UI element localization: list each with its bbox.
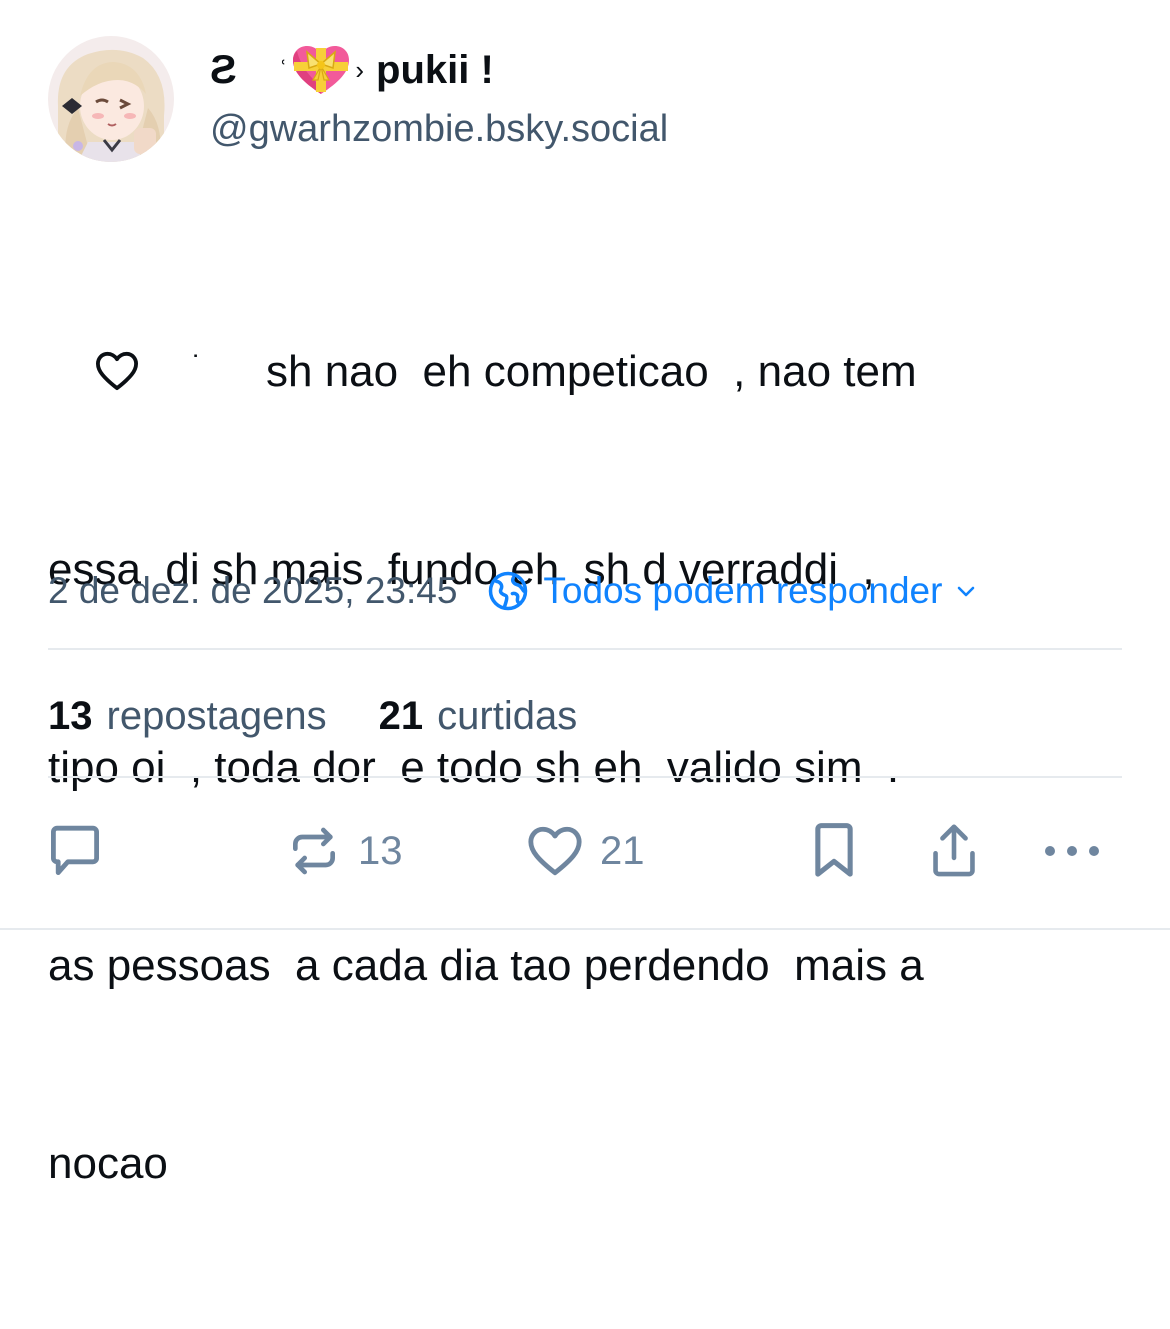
reply-setting-button[interactable]: Todos podem responder [487, 570, 978, 612]
divider [0, 928, 1170, 930]
post-text-line-5: nocao [48, 1139, 168, 1188]
display-name[interactable]: Ƨ ʿ › pukii ! [210, 42, 494, 98]
reply-button[interactable] [46, 818, 104, 884]
heart-icon [528, 826, 582, 876]
display-name-prefix: Ƨ [210, 47, 239, 92]
reposts-stat[interactable]: 13 repostagens [48, 694, 327, 739]
like-count: 21 [600, 828, 645, 873]
bookmark-icon [815, 823, 853, 877]
post-text-segment: sh nao eh competicao , nao tem [266, 347, 917, 396]
post-text-line-4: as pessoas a cada dia tao perdendo mais … [48, 941, 924, 990]
display-name-deco-left: ʿ [278, 54, 288, 85]
post-text-line-3: tipo oi , toda dor e todo sh eh valido s… [48, 743, 900, 792]
chevron-down-icon [958, 586, 975, 597]
speech-bubble-icon [51, 825, 99, 875]
inline-dot: ˙ [192, 350, 202, 383]
heart-with-ribbon-icon [293, 46, 350, 94]
likes-count: 21 [378, 693, 424, 738]
share-icon [933, 824, 975, 877]
likes-label: curtidas [437, 693, 578, 738]
repost-count: 13 [358, 828, 403, 873]
post-text: ˙ sh nao eh competicao , nao tem essa di … [48, 202, 1128, 1329]
divider [48, 776, 1122, 778]
post-text-line-1: ˙ sh nao eh competicao , nao tem [48, 334, 1128, 405]
more-options-button[interactable] [1042, 818, 1102, 884]
display-name-text: pukii ! [376, 47, 494, 92]
post-stats: 13 repostagens 21 curtidas [48, 688, 577, 744]
display-name-deco-right: › [355, 54, 365, 85]
avatar[interactable] [48, 36, 174, 162]
repost-icon [293, 827, 335, 875]
author-handle[interactable]: @gwarhzombie.bsky.social [210, 108, 668, 151]
post-meta: 2 de dez. de 2025, 23:45 Todos podem res… [48, 564, 978, 618]
reposts-count: 13 [48, 693, 93, 738]
post-thread-item: Ƨ ʿ › pukii ! @gwarhzombie.bsky.social ˙… [0, 0, 1170, 1188]
repost-button[interactable]: 13 [286, 818, 403, 884]
divider [48, 648, 1122, 650]
bookmark-button[interactable] [806, 818, 862, 884]
reposts-label: repostagens [106, 693, 327, 738]
anime-girl-avatar-icon [48, 36, 174, 162]
globe-icon [489, 571, 528, 611]
share-button[interactable] [926, 818, 982, 884]
post-timestamp[interactable]: 2 de dez. de 2025, 23:45 [48, 570, 457, 612]
more-dots-icon [1045, 846, 1099, 856]
like-button[interactable]: 21 [526, 818, 645, 884]
likes-stat[interactable]: 21 curtidas [379, 694, 578, 739]
heart-outline-icon [96, 351, 138, 391]
reply-setting-label: Todos podem responder [543, 570, 943, 611]
